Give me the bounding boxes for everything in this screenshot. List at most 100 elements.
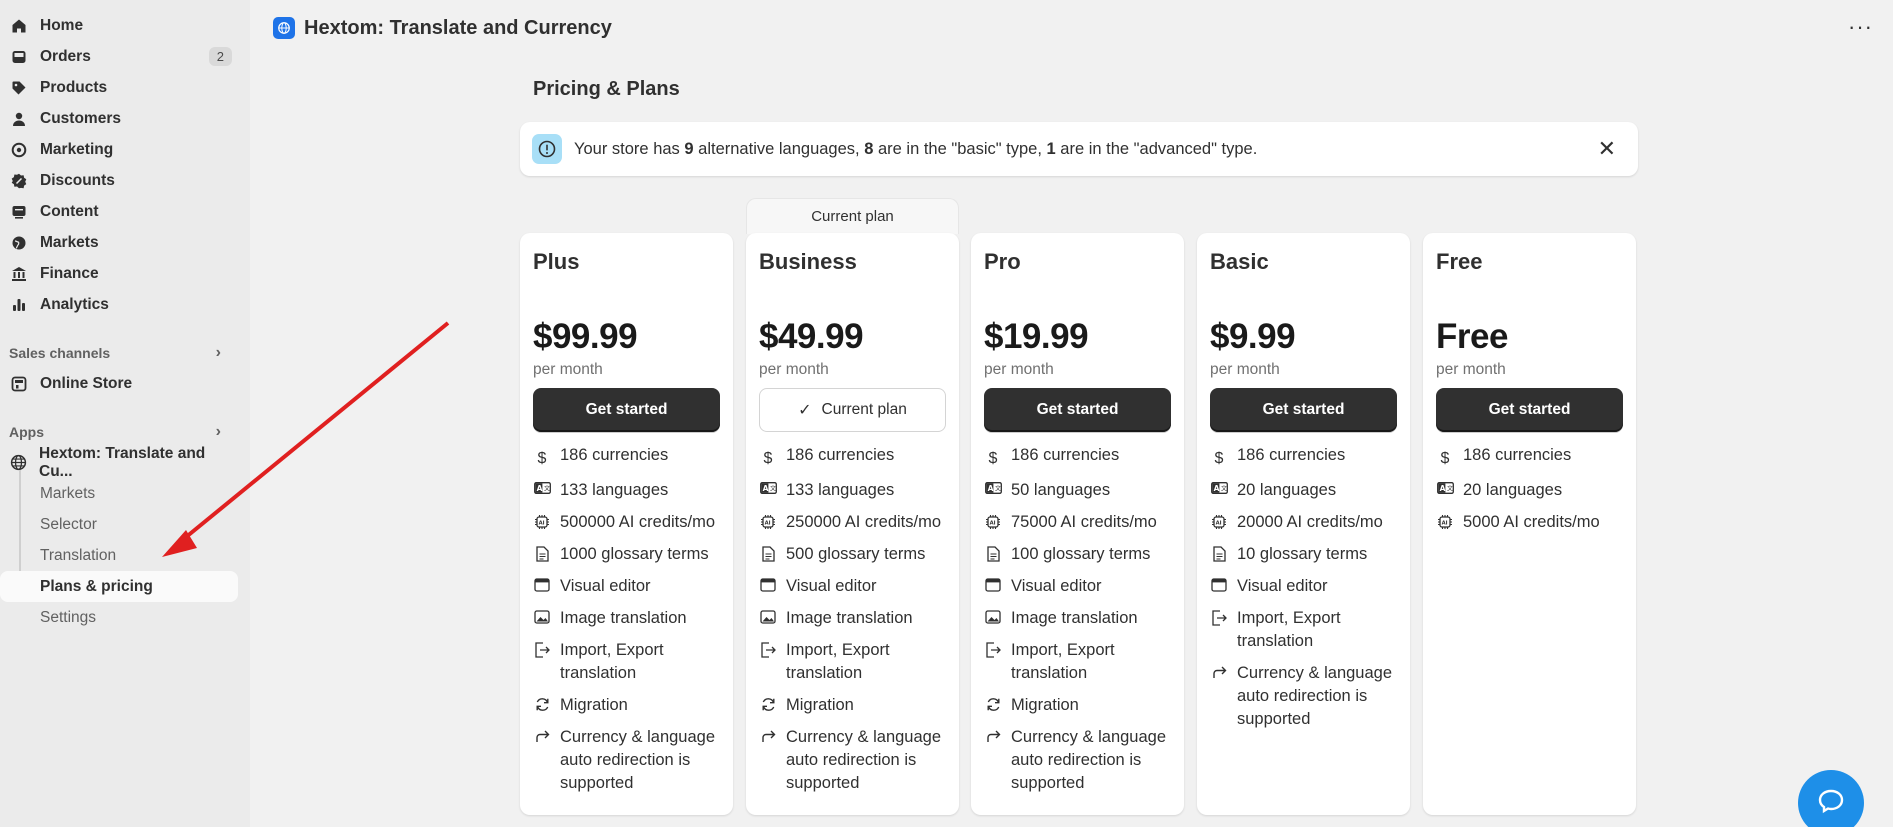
ai-chip-icon: AI [1436, 514, 1454, 530]
redirect-arrow-icon [1210, 665, 1228, 679]
get-started-button[interactable]: Get started [1210, 388, 1397, 432]
feature-text: 10 glossary terms [1237, 545, 1368, 563]
svg-text:文: 文 [770, 485, 776, 493]
get-started-button[interactable]: Get started [1436, 388, 1623, 432]
document-icon [533, 546, 551, 562]
get-started-button[interactable]: Get started [984, 388, 1171, 432]
plan-card-plus: Plus $99.99 per month Get started $186 curre… [520, 233, 733, 815]
get-started-button[interactable]: Get started [533, 388, 720, 432]
sidebar-item-finance[interactable]: Finance [0, 258, 242, 289]
feature-item: $186 currencies [1436, 442, 1623, 472]
browser-window-icon [759, 578, 777, 592]
feature-text: 20 languages [1237, 481, 1337, 499]
feature-item: Image translation [533, 605, 720, 632]
sidebar-item-discounts[interactable]: Discounts [0, 165, 242, 196]
sidebar-item-label: Hextom: Translate and Cu... [39, 444, 206, 480]
feature-text: Image translation [560, 609, 687, 627]
sidebar-item-online-store[interactable]: Online Store [0, 368, 242, 399]
banner-count-alternative: 9 [684, 139, 694, 158]
page-title: Pricing & Plans [533, 78, 680, 100]
feature-list: $186 currencies A 文 20 languages AI 20000 AI … [1210, 442, 1397, 733]
feature-text: Migration [786, 696, 854, 714]
app-sub-item-settings[interactable]: Settings [0, 602, 238, 633]
banner-text: alternative languages, [693, 139, 865, 158]
feature-list: $186 currencies A 文 133 languages AI 500000 A… [533, 442, 720, 797]
feature-item: Visual editor [1210, 573, 1397, 600]
feature-item: Currency & language auto redirection is … [759, 724, 946, 797]
feature-item: Import, Export translation [533, 637, 720, 687]
plan-name: Business [759, 249, 857, 274]
chevron-right-icon: › [215, 423, 221, 440]
inbox-icon [10, 48, 28, 66]
sidebar-item-label: Customers [40, 109, 121, 127]
sidebar-item-label: Content [40, 202, 99, 220]
feature-text: 20000 AI credits/mo [1237, 513, 1383, 531]
app-sub-item-selector[interactable]: Selector [0, 509, 238, 540]
plan-name: Pro [984, 249, 1021, 274]
app-sub-item-translation[interactable]: Translation [0, 540, 238, 571]
sales-channels-header[interactable]: Sales channels › [0, 338, 250, 368]
app-sub-item-plans-pricing[interactable]: Plans & pricing [0, 571, 238, 602]
close-icon[interactable]: ✕ [1598, 136, 1616, 162]
sidebar-item-customers[interactable]: Customers [0, 103, 242, 134]
translate-icon: A文 [759, 482, 777, 494]
svg-text:文: 文 [1447, 485, 1453, 493]
feature-text: Visual editor [560, 577, 651, 595]
plan-price: $19.99 [984, 317, 1089, 356]
sidebar-item-markets[interactable]: Markets [0, 227, 242, 258]
feature-text: Visual editor [1237, 577, 1328, 595]
sidebar-item-home[interactable]: Home [0, 10, 242, 41]
info-icon [532, 134, 562, 164]
globe-outline-icon [10, 454, 27, 472]
feature-item: $186 currencies [1210, 442, 1397, 472]
feature-list: $186 currencies A 文 20 languages AI 5000 AI c… [1436, 442, 1623, 536]
feature-item: 100 glossary terms [984, 541, 1171, 568]
browser-window-icon [1210, 578, 1228, 592]
feature-item: Visual editor [759, 573, 946, 600]
sidebar-item-analytics[interactable]: Analytics [0, 289, 242, 320]
store-icon [10, 375, 28, 393]
svg-text:A: A [987, 484, 993, 493]
apps-header[interactable]: Apps › [0, 417, 250, 447]
feature-item: A 文 133 languages [759, 477, 946, 504]
feature-item: 500 glossary terms [759, 541, 946, 568]
document-icon [759, 546, 777, 562]
plan-period: per month [984, 361, 1054, 378]
sidebar-item-hextom-app[interactable]: Hextom: Translate and Cu... [0, 444, 242, 480]
sidebar-item-label: Discounts [40, 171, 115, 189]
feature-text: 500000 AI credits/mo [560, 513, 716, 531]
feature-item: Migration [984, 692, 1171, 719]
help-chat-button[interactable] [1798, 770, 1864, 827]
dollar-icon: $ [1214, 450, 1224, 467]
feature-text: 500 glossary terms [786, 545, 926, 563]
feature-item: Visual editor [984, 573, 1171, 600]
sidebar-item-products[interactable]: Products [0, 72, 242, 103]
feature-text: Currency & language auto redirection is … [786, 728, 942, 792]
chevron-right-icon: › [215, 344, 221, 361]
plan-price: $9.99 [1210, 317, 1296, 356]
import-export-icon [759, 642, 777, 658]
svg-text:AI: AI [539, 521, 545, 527]
feature-text: Image translation [786, 609, 913, 627]
sidebar-item-content[interactable]: Content [0, 196, 242, 227]
sidebar-item-orders[interactable]: Orders 2 [0, 41, 242, 72]
sidebar-item-marketing[interactable]: Marketing [0, 134, 242, 165]
plan-price: $99.99 [533, 317, 638, 356]
more-actions-icon[interactable]: ··· [1848, 14, 1873, 40]
translate-icon: A文 [1436, 482, 1454, 494]
app-title: Hextom: Translate and Currency [304, 16, 612, 39]
feature-item: Migration [759, 692, 946, 719]
plan-name: Free [1436, 249, 1483, 274]
feature-item: Visual editor [533, 573, 720, 600]
image-icon [533, 610, 551, 624]
feature-text: 186 currencies [1463, 446, 1572, 464]
sales-channels-label: Sales channels [9, 345, 111, 361]
feature-text: 186 currencies [1237, 446, 1346, 464]
feature-text: 133 languages [560, 481, 669, 499]
svg-text:AI: AI [990, 521, 996, 527]
current-plan-button[interactable]: ✓ Current plan [759, 388, 946, 432]
feature-text: 20 languages [1463, 481, 1563, 499]
app-sub-item-markets[interactable]: Markets [0, 478, 238, 509]
feature-list: $186 currencies A 文 50 languages AI 75000 AI … [984, 442, 1171, 797]
feature-text: 186 currencies [786, 446, 895, 464]
